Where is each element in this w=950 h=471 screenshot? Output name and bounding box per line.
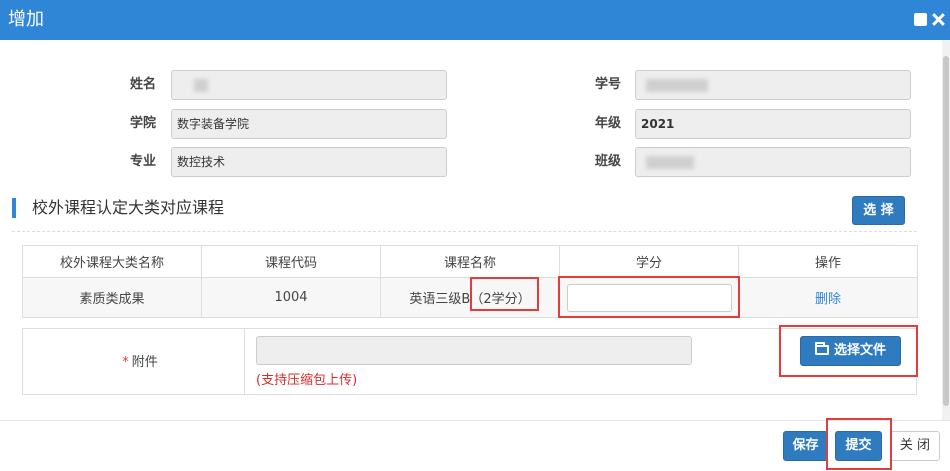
student-id-field [635, 70, 911, 100]
cell-code: 1004 [201, 277, 381, 318]
major-label: 专业 [129, 154, 156, 169]
cell-category: 素质类成果 [22, 277, 202, 318]
close-icon[interactable] [932, 13, 945, 26]
redacted-class [646, 156, 694, 169]
column-header-credit: 学分 [559, 245, 739, 278]
course-table: 校外课程大类名称 课程代码 课程名称 学分 操作 素质类成果 1004 英语三级… [22, 245, 918, 318]
name-field [171, 70, 447, 100]
column-header-code: 课程代码 [201, 245, 381, 278]
save-button[interactable]: 保存 [783, 431, 828, 461]
redacted-name [194, 79, 208, 92]
table-header-row: 校外课程大类名称 课程代码 课程名称 学分 操作 [22, 245, 918, 278]
student-id-label: 学号 [594, 77, 621, 92]
column-header-category: 校外课程大类名称 [22, 245, 202, 278]
cell-course-name: 英语三级B（2学分） [380, 277, 560, 318]
select-course-button[interactable]: 选 择 [852, 196, 905, 225]
attachment-label-text: 附件 [131, 355, 158, 370]
attachment-hint: (支持压缩包上传) [256, 373, 358, 388]
course-name-text: 英语三级B [409, 292, 471, 307]
college-label: 学院 [129, 116, 156, 131]
credit-input[interactable] [566, 283, 732, 312]
submit-button[interactable]: 提交 [835, 431, 882, 461]
choose-file-button[interactable]: 选择文件 [800, 336, 901, 366]
section-title: 校外课程认定大类对应课程 [32, 198, 225, 217]
grade-field: 2021 [635, 109, 911, 139]
cell-action: 删除 [738, 277, 918, 318]
grade-label: 年级 [594, 116, 621, 131]
section-divider [12, 231, 917, 232]
class-label: 班级 [594, 154, 621, 169]
choose-file-label: 选择文件 [833, 343, 886, 358]
scrollbar-thumb[interactable] [943, 56, 949, 406]
class-field [635, 147, 911, 177]
delete-link[interactable]: 删除 [815, 292, 841, 307]
maximize-icon[interactable] [914, 13, 927, 26]
college-field: 数字装备学院 [171, 109, 447, 139]
cell-credit [559, 277, 739, 318]
redacted-student-id [646, 79, 708, 92]
footer-divider [0, 420, 950, 421]
folder-open-icon [814, 342, 829, 355]
course-credit-note: （2学分） [470, 292, 531, 307]
attachment-divider [244, 329, 245, 394]
dialog-title: 增加 [8, 9, 44, 30]
section-accent-bar [12, 198, 16, 218]
attachment-label: * 附件 [100, 351, 180, 370]
table-row: 素质类成果 1004 英语三级B（2学分） 删除 [22, 277, 918, 318]
close-button[interactable]: 关 闭 [890, 431, 940, 461]
column-header-action: 操作 [738, 245, 918, 278]
attachment-file-field[interactable] [256, 336, 692, 365]
dialog-titlebar: 增加 [0, 0, 950, 40]
required-mark: * [122, 355, 129, 370]
column-header-course-name: 课程名称 [380, 245, 560, 278]
major-field: 数控技术 [171, 147, 447, 177]
name-label: 姓名 [129, 77, 156, 92]
